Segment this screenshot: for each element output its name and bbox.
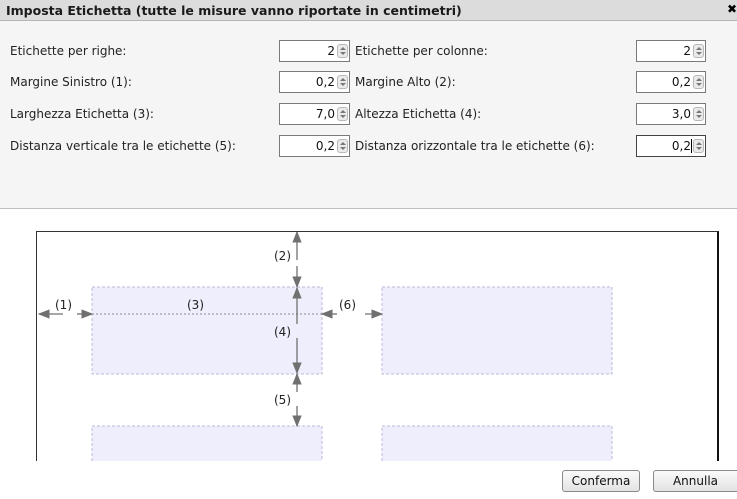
spinner-arrows-icon[interactable]	[337, 139, 348, 153]
label-horizontal-gap: Distanza orizzontale tra le etichette (6…	[355, 139, 595, 153]
label-columns: Etichette per colonne:	[355, 44, 488, 58]
dialog-titlebar: Imposta Etichetta (tutte le misure vanno…	[0, 0, 737, 21]
spinner-arrows-icon[interactable]	[693, 107, 704, 121]
rows-value: 2	[327, 44, 335, 58]
spinner-arrows-icon[interactable]	[337, 44, 348, 58]
label-height-spinner[interactable]: 3,0	[636, 103, 706, 125]
dim-label-1: (1)	[55, 298, 72, 312]
spinner-arrows-icon[interactable]	[693, 44, 704, 58]
dim-label-3: (3)	[187, 298, 204, 312]
spinner-arrows-icon[interactable]	[337, 75, 348, 89]
dim-label-5: (5)	[274, 393, 291, 407]
text-caret	[691, 139, 692, 153]
dim-label-4: (4)	[274, 325, 291, 339]
label-height-value: 3,0	[671, 107, 691, 121]
preview-label-bottom-left	[91, 425, 323, 461]
label-vertical-gap: Distanza verticale tra le etichette (5):	[10, 139, 236, 153]
label-top-margin: Margine Alto (2):	[355, 75, 456, 89]
left-margin-value: 0,2	[315, 75, 335, 89]
label-setup-dialog: Imposta Etichetta (tutte le misure vanno…	[0, 0, 737, 499]
left-margin-spinner[interactable]: 0,2	[279, 71, 350, 93]
preview-label-bottom-right	[381, 425, 613, 461]
confirm-button[interactable]: Conferma	[562, 470, 640, 492]
settings-form: Etichette per righe: 2 Etichette per col…	[0, 21, 737, 209]
spinner-arrows-icon[interactable]	[337, 107, 348, 121]
top-margin-spinner[interactable]: 0,2	[636, 71, 706, 93]
cancel-button[interactable]: Annulla	[653, 470, 737, 492]
dim-label-2: (2)	[274, 249, 291, 263]
label-width-value: 7,0	[315, 107, 335, 121]
columns-spinner[interactable]: 2	[636, 40, 706, 62]
vertical-gap-spinner[interactable]: 0,2	[279, 135, 350, 157]
top-margin-value: 0,2	[671, 75, 691, 89]
label-rows: Etichette per righe:	[10, 44, 127, 58]
label-layout-preview: (1) (2) (3) (4) (5) (6)	[36, 231, 719, 461]
label-left-margin: Margine Sinistro (1):	[10, 75, 132, 89]
spinner-arrows-icon[interactable]	[693, 139, 704, 153]
columns-value: 2	[683, 44, 691, 58]
label-label-height: Altezza Etichetta (4):	[355, 107, 482, 121]
dim-label-6: (6)	[339, 298, 356, 312]
horizontal-gap-spinner[interactable]: 0,2	[636, 135, 706, 157]
spinner-arrows-icon[interactable]	[693, 75, 704, 89]
label-width-spinner[interactable]: 7,0	[279, 103, 350, 125]
preview-label-top-right	[381, 286, 613, 375]
vertical-gap-value: 0,2	[315, 139, 335, 153]
label-label-width: Larghezza Etichetta (3):	[10, 107, 154, 121]
preview-diagram: (1) (2) (3) (4) (5) (6)	[37, 232, 613, 461]
rows-spinner[interactable]: 2	[279, 40, 350, 62]
dialog-title: Imposta Etichetta (tutte le misure vanno…	[6, 3, 462, 18]
close-icon[interactable]: ✖	[727, 2, 737, 16]
horizontal-gap-value: 0,2	[671, 139, 691, 153]
